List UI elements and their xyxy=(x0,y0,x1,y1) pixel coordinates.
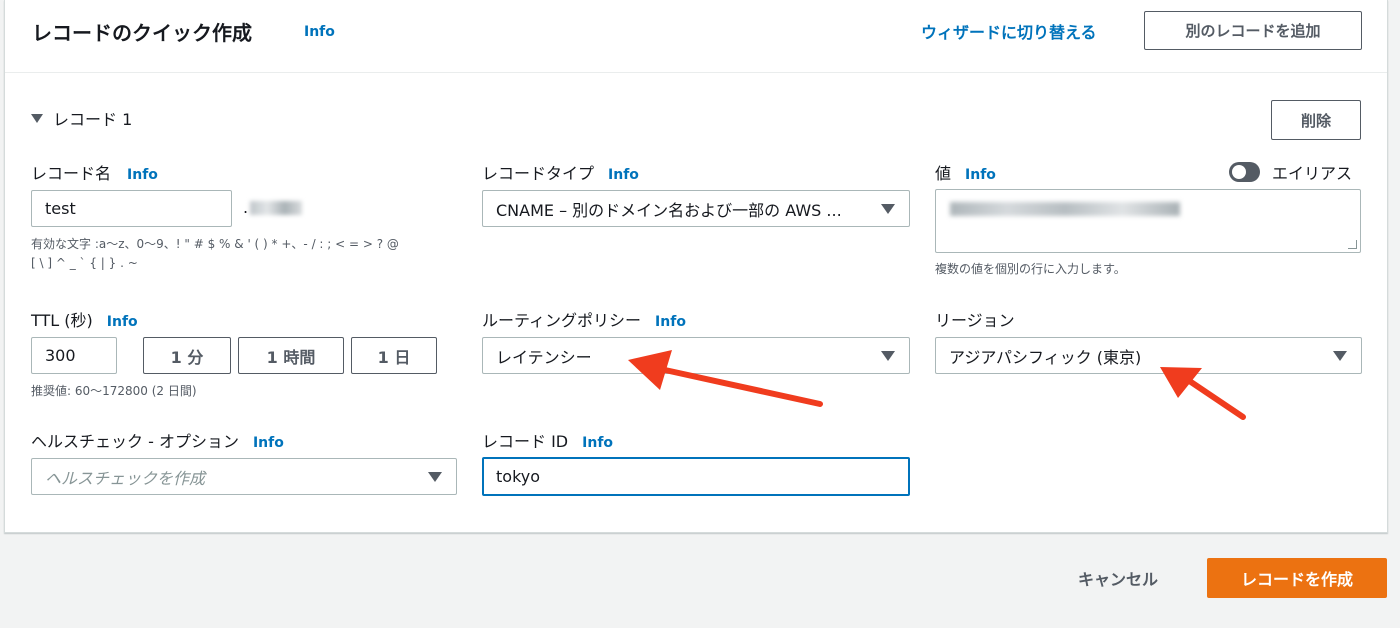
switch-wizard-link[interactable]: ウィザードに切り替える xyxy=(921,19,1097,43)
record-name-label: レコード名 xyxy=(31,164,112,183)
record-section-label: レコード 1 xyxy=(53,110,133,129)
toggle-switch-icon[interactable] xyxy=(1229,162,1260,182)
health-check-placeholder: ヘルスチェックを作成 xyxy=(45,468,206,488)
region-select[interactable]: アジアパシフィック (東京) xyxy=(935,337,1362,374)
record-section-toggle[interactable]: レコード 1 xyxy=(31,106,132,130)
record-type-value: CNAME – 別のドメイン名および一部の AWS ... xyxy=(496,200,842,220)
record-id-label: レコード ID xyxy=(482,432,569,451)
ttl-info-link[interactable]: Info xyxy=(107,314,138,330)
panel-header: レコードのクイック作成 Info ウィザードに切り替える 別のレコードを追加 xyxy=(5,0,1387,73)
ttl-1min-button[interactable]: 1 分 xyxy=(143,337,231,374)
record-name-label-row: レコード名 Info xyxy=(31,160,158,184)
ttl-1day-button[interactable]: 1 日 xyxy=(351,337,437,374)
record-name-hint-line1: 有効な文字 :a〜z、0〜9、! " # $ % & ' ( ) * +、- /… xyxy=(31,237,399,251)
chevron-down-icon xyxy=(881,350,895,361)
title-info-link[interactable]: Info xyxy=(304,24,335,40)
ttl-input[interactable]: 300 xyxy=(31,337,117,374)
record-domain-suffix: . xyxy=(243,198,303,217)
routing-policy-label: ルーティングポリシー xyxy=(482,311,642,330)
domain-dot: . xyxy=(243,198,249,217)
region-label-row: リージョン xyxy=(935,307,1015,331)
value-label-row: 値 Info xyxy=(935,160,996,184)
record-name-hint: 有効な文字 :a〜z、0〜9、! " # $ % & ' ( ) * +、- /… xyxy=(31,235,461,273)
blurred-value-text xyxy=(950,202,1180,216)
routing-policy-info-link[interactable]: Info xyxy=(655,314,686,330)
health-check-info-link[interactable]: Info xyxy=(253,435,284,451)
record-type-label: レコードタイプ xyxy=(482,164,595,183)
record-type-label-row: レコードタイプ Info xyxy=(482,160,639,184)
value-textarea[interactable] xyxy=(935,189,1361,253)
health-check-select[interactable]: ヘルスチェックを作成 xyxy=(31,458,457,495)
resize-handle-icon[interactable] xyxy=(1348,240,1357,249)
routing-policy-label-row: ルーティングポリシー Info xyxy=(482,307,686,331)
routing-policy-select[interactable]: レイテンシー xyxy=(482,337,910,374)
record-id-input[interactable]: tokyo xyxy=(482,457,910,496)
page-title: レコードのクイック作成 xyxy=(32,21,252,45)
health-check-label: ヘルスチェック - オプション xyxy=(31,432,239,451)
value-hint: 複数の値を個別の行に入力します。 xyxy=(935,262,1126,276)
ttl-label-row: TTL (秒) Info xyxy=(31,307,138,331)
record-type-info-link[interactable]: Info xyxy=(608,167,639,183)
cancel-button[interactable]: キャンセル xyxy=(1078,566,1158,590)
ttl-hint: 推奨値: 60〜172800 (2 日間) xyxy=(31,384,197,398)
add-record-button[interactable]: 別のレコードを追加 xyxy=(1144,11,1362,50)
ttl-label: TTL (秒) xyxy=(31,311,93,330)
chevron-down-icon xyxy=(1333,350,1347,361)
value-label: 値 xyxy=(935,164,952,183)
blurred-domain-name xyxy=(250,200,303,215)
record-name-input[interactable]: test xyxy=(31,190,232,227)
alias-toggle[interactable]: エイリアス xyxy=(1229,160,1352,184)
region-label: リージョン xyxy=(935,311,1015,330)
delete-record-button[interactable]: 削除 xyxy=(1271,100,1361,140)
record-id-info-link[interactable]: Info xyxy=(582,435,613,451)
alias-label: エイリアス xyxy=(1272,164,1353,183)
record-name-hint-line2: [ \ ] ^ _ ` { | } . ~ xyxy=(31,256,138,270)
caret-down-icon xyxy=(31,113,43,123)
record-create-panel: レコードのクイック作成 Info ウィザードに切り替える 別のレコードを追加 レ… xyxy=(4,0,1388,533)
record-name-info-link[interactable]: Info xyxy=(127,167,158,183)
chevron-down-icon xyxy=(881,203,895,214)
region-value: アジアパシフィック (東京) xyxy=(949,347,1142,367)
chevron-down-icon xyxy=(428,471,442,482)
value-info-link[interactable]: Info xyxy=(965,167,996,183)
routing-policy-value: レイテンシー xyxy=(496,347,592,367)
record-type-select[interactable]: CNAME – 別のドメイン名および一部の AWS ... xyxy=(482,190,910,227)
record-id-label-row: レコード ID Info xyxy=(482,428,613,452)
ttl-1hour-button[interactable]: 1 時間 xyxy=(238,337,344,374)
create-record-button[interactable]: レコードを作成 xyxy=(1207,558,1387,598)
health-check-label-row: ヘルスチェック - オプション Info xyxy=(31,428,284,452)
